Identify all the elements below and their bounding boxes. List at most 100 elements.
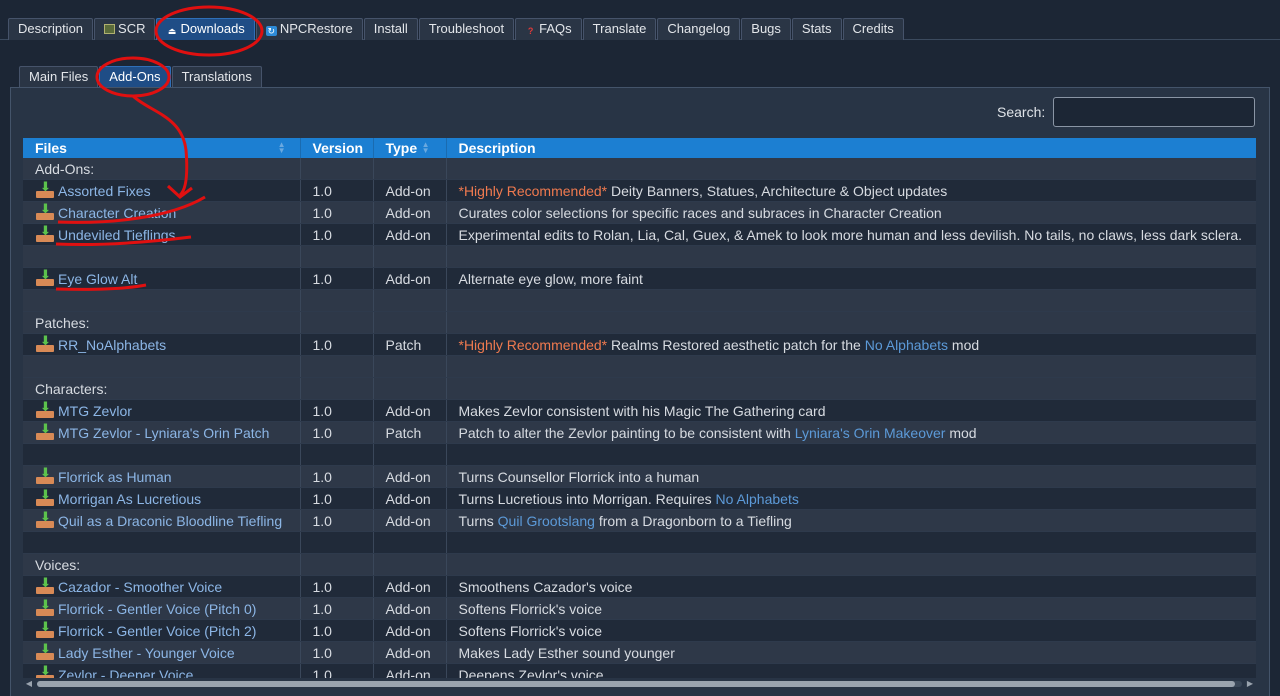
download-icon[interactable]: ⬇ — [36, 488, 54, 506]
download-icon[interactable]: ⬇ — [36, 466, 54, 484]
tab-credits[interactable]: Credits — [842, 18, 904, 40]
file-cell: ⬇ RR_NoAlphabets — [23, 333, 301, 356]
file-link[interactable]: RR_NoAlphabets — [58, 337, 166, 353]
group-label: Patches: — [35, 314, 90, 331]
type-cell: Add-on — [373, 575, 447, 598]
download-icon[interactable]: ⬇ — [36, 268, 54, 286]
scroll-track[interactable] — [37, 681, 1242, 687]
scroll-left-icon[interactable]: ◀ — [23, 678, 35, 690]
file-link[interactable]: MTG Zevlor - Lyniara's Orin Patch — [58, 425, 269, 441]
download-icon[interactable]: ⬇ — [36, 642, 54, 660]
file-cell: ⬇ MTG Zevlor — [23, 399, 301, 422]
tab-translate[interactable]: Translate — [582, 18, 657, 40]
description-text: Experimental edits to Rolan, Lia, Cal, G… — [458, 226, 1243, 243]
tab-description[interactable]: Description — [8, 18, 94, 40]
tab-faqs[interactable]: ? FAQs — [515, 18, 582, 40]
tab-install[interactable]: Install — [363, 18, 418, 40]
group-row: Characters: — [23, 377, 1256, 400]
file-link[interactable]: MTG Zevlor — [58, 403, 132, 419]
description-link[interactable]: Quil Grootslang — [498, 513, 595, 529]
download-icon[interactable]: ⬇ — [36, 334, 54, 352]
column-header-type[interactable]: Type ▲ ▼ — [373, 138, 447, 158]
file-link[interactable]: Zevlor - Deeper Voice — [58, 667, 193, 678]
tab-scr[interactable]: SCR — [94, 18, 156, 40]
type-cell: Add-on — [373, 509, 447, 532]
description-cell: Patch to alter the Zevlor painting to be… — [446, 421, 1256, 444]
scroll-right-icon[interactable]: ▶ — [1244, 678, 1256, 690]
file-link[interactable]: Cazador - Smoother Voice — [58, 579, 222, 595]
version-cell: 1.0 — [300, 421, 374, 444]
tab-label: Credits — [852, 21, 894, 36]
file-cell: ⬇ Character Creation — [23, 201, 301, 224]
subtab-main-files[interactable]: Main Files — [19, 66, 99, 88]
download-icon[interactable]: ⬇ — [36, 510, 54, 528]
horizontal-scrollbar[interactable]: ◀ ▶ — [23, 678, 1256, 690]
description-cell: Turns Lucretious into Morrigan. Requires… — [446, 487, 1256, 510]
column-header-description[interactable]: Description — [446, 138, 1256, 158]
empty-cell — [300, 289, 374, 312]
empty-cell — [446, 377, 1256, 400]
download-icon[interactable]: ⬇ — [36, 664, 54, 678]
group-label: Voices: — [35, 556, 81, 573]
download-icon[interactable]: ⬇ — [36, 620, 54, 638]
tab-stats[interactable]: Stats — [791, 18, 842, 40]
file-link[interactable]: Florrick - Gentler Voice (Pitch 0) — [58, 601, 256, 617]
empty-cell — [446, 245, 1256, 268]
description-text: Turns — [458, 512, 498, 529]
description-link[interactable]: No Alphabets — [716, 491, 799, 507]
file-link[interactable]: Lady Esther - Younger Voice — [58, 645, 235, 661]
file-link[interactable]: Eye Glow Alt — [58, 271, 137, 287]
download-icon[interactable]: ⬇ — [36, 400, 54, 418]
download-icon[interactable]: ⬇ — [36, 180, 54, 198]
file-link[interactable]: Character Creation — [58, 205, 176, 221]
empty-cell — [373, 158, 447, 180]
file-cell: ⬇ Lady Esther - Younger Voice — [23, 641, 301, 664]
tab-changelog[interactable]: Changelog — [657, 18, 741, 40]
file-link[interactable]: Morrigan As Lucretious — [58, 491, 201, 507]
tab-npcrestore[interactable]: ↻ NPCRestore — [255, 18, 363, 40]
column-header-files[interactable]: Files ▲ ▼ — [23, 138, 301, 158]
file-link[interactable]: Undeviled Tieflings — [58, 227, 176, 243]
tab-label: Translate — [592, 21, 647, 36]
file-link[interactable]: Florrick - Gentler Voice (Pitch 2) — [58, 623, 256, 639]
tab-troubleshoot[interactable]: Troubleshoot — [418, 18, 515, 40]
type-cell: Add-on — [373, 641, 447, 664]
table-row: ⬇ Zevlor - Deeper Voice 1.0 Add-on Deepens Z… — [23, 663, 1256, 678]
version-cell: 1.0 — [300, 575, 374, 598]
search-input[interactable] — [1053, 97, 1255, 127]
file-cell: ⬇ MTG Zevlor - Lyniara's Orin Patch — [23, 421, 301, 444]
description-text: Smoothens Cazador's voice — [458, 578, 633, 595]
tab-label: Install — [373, 21, 408, 36]
download-icon[interactable]: ⬇ — [36, 202, 54, 220]
scroll-thumb[interactable] — [37, 681, 1235, 687]
tab-label: Troubleshoot — [428, 21, 505, 36]
tab-label: FAQs — [539, 21, 572, 36]
empty-cell — [300, 355, 374, 378]
tab-downloads[interactable]: ⏏ Downloads — [156, 18, 255, 40]
blank-row — [23, 355, 1256, 378]
version-cell: 1.0 — [300, 641, 374, 664]
description-text: Softens Florrick's voice — [458, 600, 603, 617]
table-row: ⬇ Lady Esther - Younger Voice 1.0 Add-on Mak… — [23, 641, 1256, 664]
description-link[interactable]: No Alphabets — [865, 337, 948, 353]
tab-bugs[interactable]: Bugs — [741, 18, 791, 40]
download-icon[interactable]: ⬇ — [36, 598, 54, 616]
top-tab-bar: Description SCR ⏏ Downloads ↻ NPCRestore Insta… — [0, 0, 1280, 40]
download-icon[interactable]: ⬇ — [36, 576, 54, 594]
group-row: Voices: — [23, 553, 1256, 576]
download-icon[interactable]: ⬇ — [36, 224, 54, 242]
subtab-translations[interactable]: Translations — [171, 66, 262, 88]
subtab-add-ons[interactable]: Add-Ons — [99, 66, 171, 88]
download-icon[interactable]: ⬇ — [36, 422, 54, 440]
column-header-version[interactable]: Version — [300, 138, 374, 158]
blank-row — [23, 531, 1256, 554]
description-link[interactable]: Lyniara's Orin Makeover — [795, 425, 946, 441]
description-cell: Softens Florrick's voice — [446, 597, 1256, 620]
empty-cell — [23, 443, 301, 466]
file-link[interactable]: Quil as a Draconic Bloodline Tiefling — [58, 513, 282, 529]
tab-label: Bugs — [751, 21, 781, 36]
version-cell: 1.0 — [300, 487, 374, 510]
file-link[interactable]: Florrick as Human — [58, 469, 172, 485]
file-link[interactable]: Assorted Fixes — [58, 183, 151, 199]
description-text: Makes Zevlor consistent with his Magic T… — [458, 402, 826, 419]
